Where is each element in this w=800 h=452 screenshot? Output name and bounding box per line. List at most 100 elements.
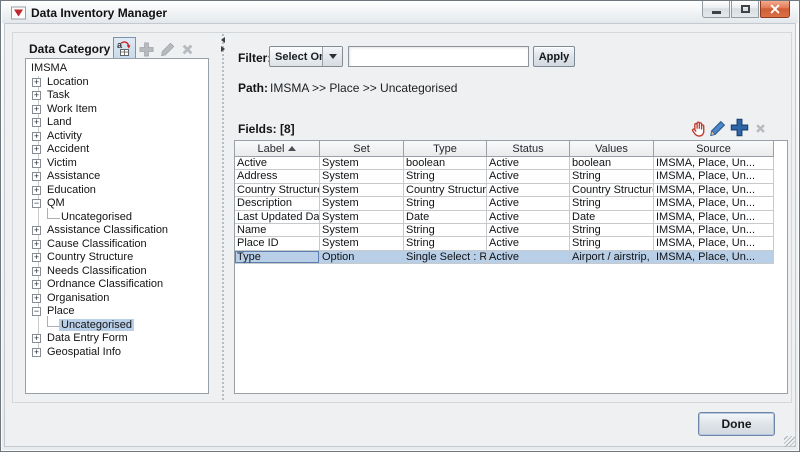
table-row[interactable]: Last Updated DateSystemDateActiveDateIMS…	[235, 211, 787, 224]
table-cell: Option	[320, 251, 404, 264]
expand-icon[interactable]: +	[32, 267, 41, 276]
tree-item-uncategorised[interactable]: Uncategorised	[28, 319, 208, 333]
done-button[interactable]: Done	[698, 412, 775, 436]
filter-input[interactable]	[348, 46, 529, 67]
table-cell: String	[404, 224, 487, 237]
tree-item-activity[interactable]: + Activity	[28, 130, 208, 144]
table-cell: System	[320, 184, 404, 197]
table-cell: IMSMA, Place, Un...	[654, 157, 774, 170]
tree-item-land[interactable]: +Land	[28, 116, 208, 130]
table-cell: Last Updated Date	[235, 211, 320, 224]
expand-icon[interactable]: +	[32, 334, 41, 343]
expand-icon[interactable]: +	[32, 294, 41, 303]
table-cell: String	[404, 170, 487, 183]
tree-item-victim[interactable]: +Victim	[28, 157, 208, 171]
tree-connector	[47, 316, 60, 327]
edit-icon[interactable]	[708, 119, 727, 138]
minimize-button[interactable]	[702, 1, 730, 18]
tree-item-education[interactable]: +Education	[28, 184, 208, 198]
resize-grip[interactable]	[784, 436, 795, 447]
tree-item-needs-classification[interactable]: +Needs Classification	[28, 265, 208, 279]
tree-item-accident[interactable]: +Accident	[28, 143, 208, 157]
table-cell: IMSMA, Place, Un...	[654, 211, 774, 224]
expand-icon[interactable]: +	[32, 159, 41, 168]
window-title: Data Inventory Manager	[31, 6, 167, 20]
table-cell: IMSMA, Place, Un...	[654, 251, 774, 264]
table-cell: Active	[487, 170, 570, 183]
column-header-status[interactable]: Status	[487, 141, 570, 157]
table-row[interactable]: Place IDSystemStringActiveStringIMSMA, P…	[235, 237, 787, 250]
tree-item-cause-classification[interactable]: + Cause Classification	[28, 238, 208, 252]
expand-icon[interactable]: +	[32, 186, 41, 195]
table-row[interactable]: DescriptionSystemStringActiveStringIMSMA…	[235, 197, 787, 210]
table-cell: Date	[570, 211, 654, 224]
expand-icon[interactable]: +	[32, 145, 41, 154]
tree-item-work-item[interactable]: +Work Item	[28, 103, 208, 117]
tree-item-label: Country Structure	[47, 251, 133, 263]
collapse-icon[interactable]: −	[32, 199, 41, 208]
column-header-source[interactable]: Source	[654, 141, 774, 157]
tree-item-label: Cause Classification	[47, 238, 147, 250]
edit-icon[interactable]	[159, 41, 176, 58]
table-row[interactable]: AddressSystemStringActiveStringIMSMA, Pl…	[235, 170, 787, 183]
column-header-values[interactable]: Values	[570, 141, 654, 157]
apply-button[interactable]: Apply	[533, 46, 575, 67]
filter-combobox[interactable]: Select One	[269, 46, 343, 67]
table-row[interactable]: NameSystemStringActiveStringIMSMA, Place…	[235, 224, 787, 237]
expand-icon[interactable]: +	[32, 78, 41, 87]
tree-item-uncategorised[interactable]: Uncategorised	[28, 211, 208, 225]
expand-icon[interactable]: +	[32, 253, 41, 262]
tree-item-ordnance-classification[interactable]: +Ordnance Classification	[28, 278, 208, 292]
tree-item-label: Activity	[47, 130, 82, 142]
table-row[interactable]: TypeOptionSingle Select : Ra...ActiveAir…	[235, 251, 787, 264]
combobox-dropdown-button[interactable]	[322, 47, 342, 66]
tree-item-data-entry-form[interactable]: +Data Entry Form	[28, 332, 208, 346]
column-header-label: Label	[258, 143, 285, 155]
category-tree: IMSMA+Location+Task+Work Item+Land+Activ…	[28, 62, 208, 359]
tree-item-assistance-classification[interactable]: +Assistance Classification	[28, 224, 208, 238]
assign-category-button[interactable]: a	[113, 37, 136, 59]
expand-icon[interactable]: +	[32, 91, 41, 100]
expand-right-icon[interactable]	[221, 46, 225, 52]
splitter[interactable]	[219, 33, 228, 401]
table-cell: Active	[487, 211, 570, 224]
maximize-button[interactable]	[731, 1, 759, 18]
table-header: Label SetTypeStatusValuesSource	[235, 141, 787, 157]
table-row[interactable]: Country StructureSystemCountry Structure…	[235, 184, 787, 197]
add-icon[interactable]	[138, 41, 155, 58]
add-icon[interactable]	[729, 117, 750, 138]
expand-icon[interactable]: +	[32, 105, 41, 114]
close-button[interactable]	[760, 1, 790, 18]
app-logo-icon	[11, 6, 26, 20]
tree-item-imsma[interactable]: IMSMA	[28, 62, 208, 76]
expand-icon[interactable]: +	[32, 132, 41, 141]
column-header-set[interactable]: Set	[320, 141, 404, 157]
path-label: Path:	[238, 81, 268, 95]
tree-item-geospatial-info[interactable]: +Geospatial Info	[28, 346, 208, 360]
collapse-left-icon[interactable]	[221, 37, 225, 43]
expand-icon[interactable]: +	[32, 240, 41, 249]
table-cell: System	[320, 170, 404, 183]
deactivate-hand-icon[interactable]	[689, 120, 707, 139]
expand-icon[interactable]: +	[32, 172, 41, 181]
assign-category-icon: a	[116, 40, 133, 57]
table-cell: String	[570, 170, 654, 183]
expand-icon[interactable]: +	[32, 118, 41, 127]
tree-item-organisation[interactable]: +Organisation	[28, 292, 208, 306]
collapse-icon[interactable]: −	[32, 307, 41, 316]
column-header-type[interactable]: Type	[404, 141, 487, 157]
tree-item-assistance[interactable]: +Assistance	[28, 170, 208, 184]
expand-icon[interactable]: +	[32, 348, 41, 357]
tree-item-country-structure[interactable]: + Country Structure	[28, 251, 208, 265]
table-cell: Country Structure	[404, 184, 487, 197]
title-bar[interactable]: Data Inventory Manager	[2, 2, 798, 23]
table-cell: Active	[487, 251, 570, 264]
delete-icon[interactable]	[179, 41, 196, 58]
tree-item-location[interactable]: +Location	[28, 76, 208, 90]
expand-icon[interactable]: +	[32, 226, 41, 235]
expand-icon[interactable]: +	[32, 280, 41, 289]
table-row[interactable]: ActiveSystembooleanActivebooleanIMSMA, P…	[235, 157, 787, 170]
delete-icon[interactable]	[753, 121, 768, 136]
tree-item-task[interactable]: +Task	[28, 89, 208, 103]
column-header-label[interactable]: Label	[235, 141, 320, 157]
